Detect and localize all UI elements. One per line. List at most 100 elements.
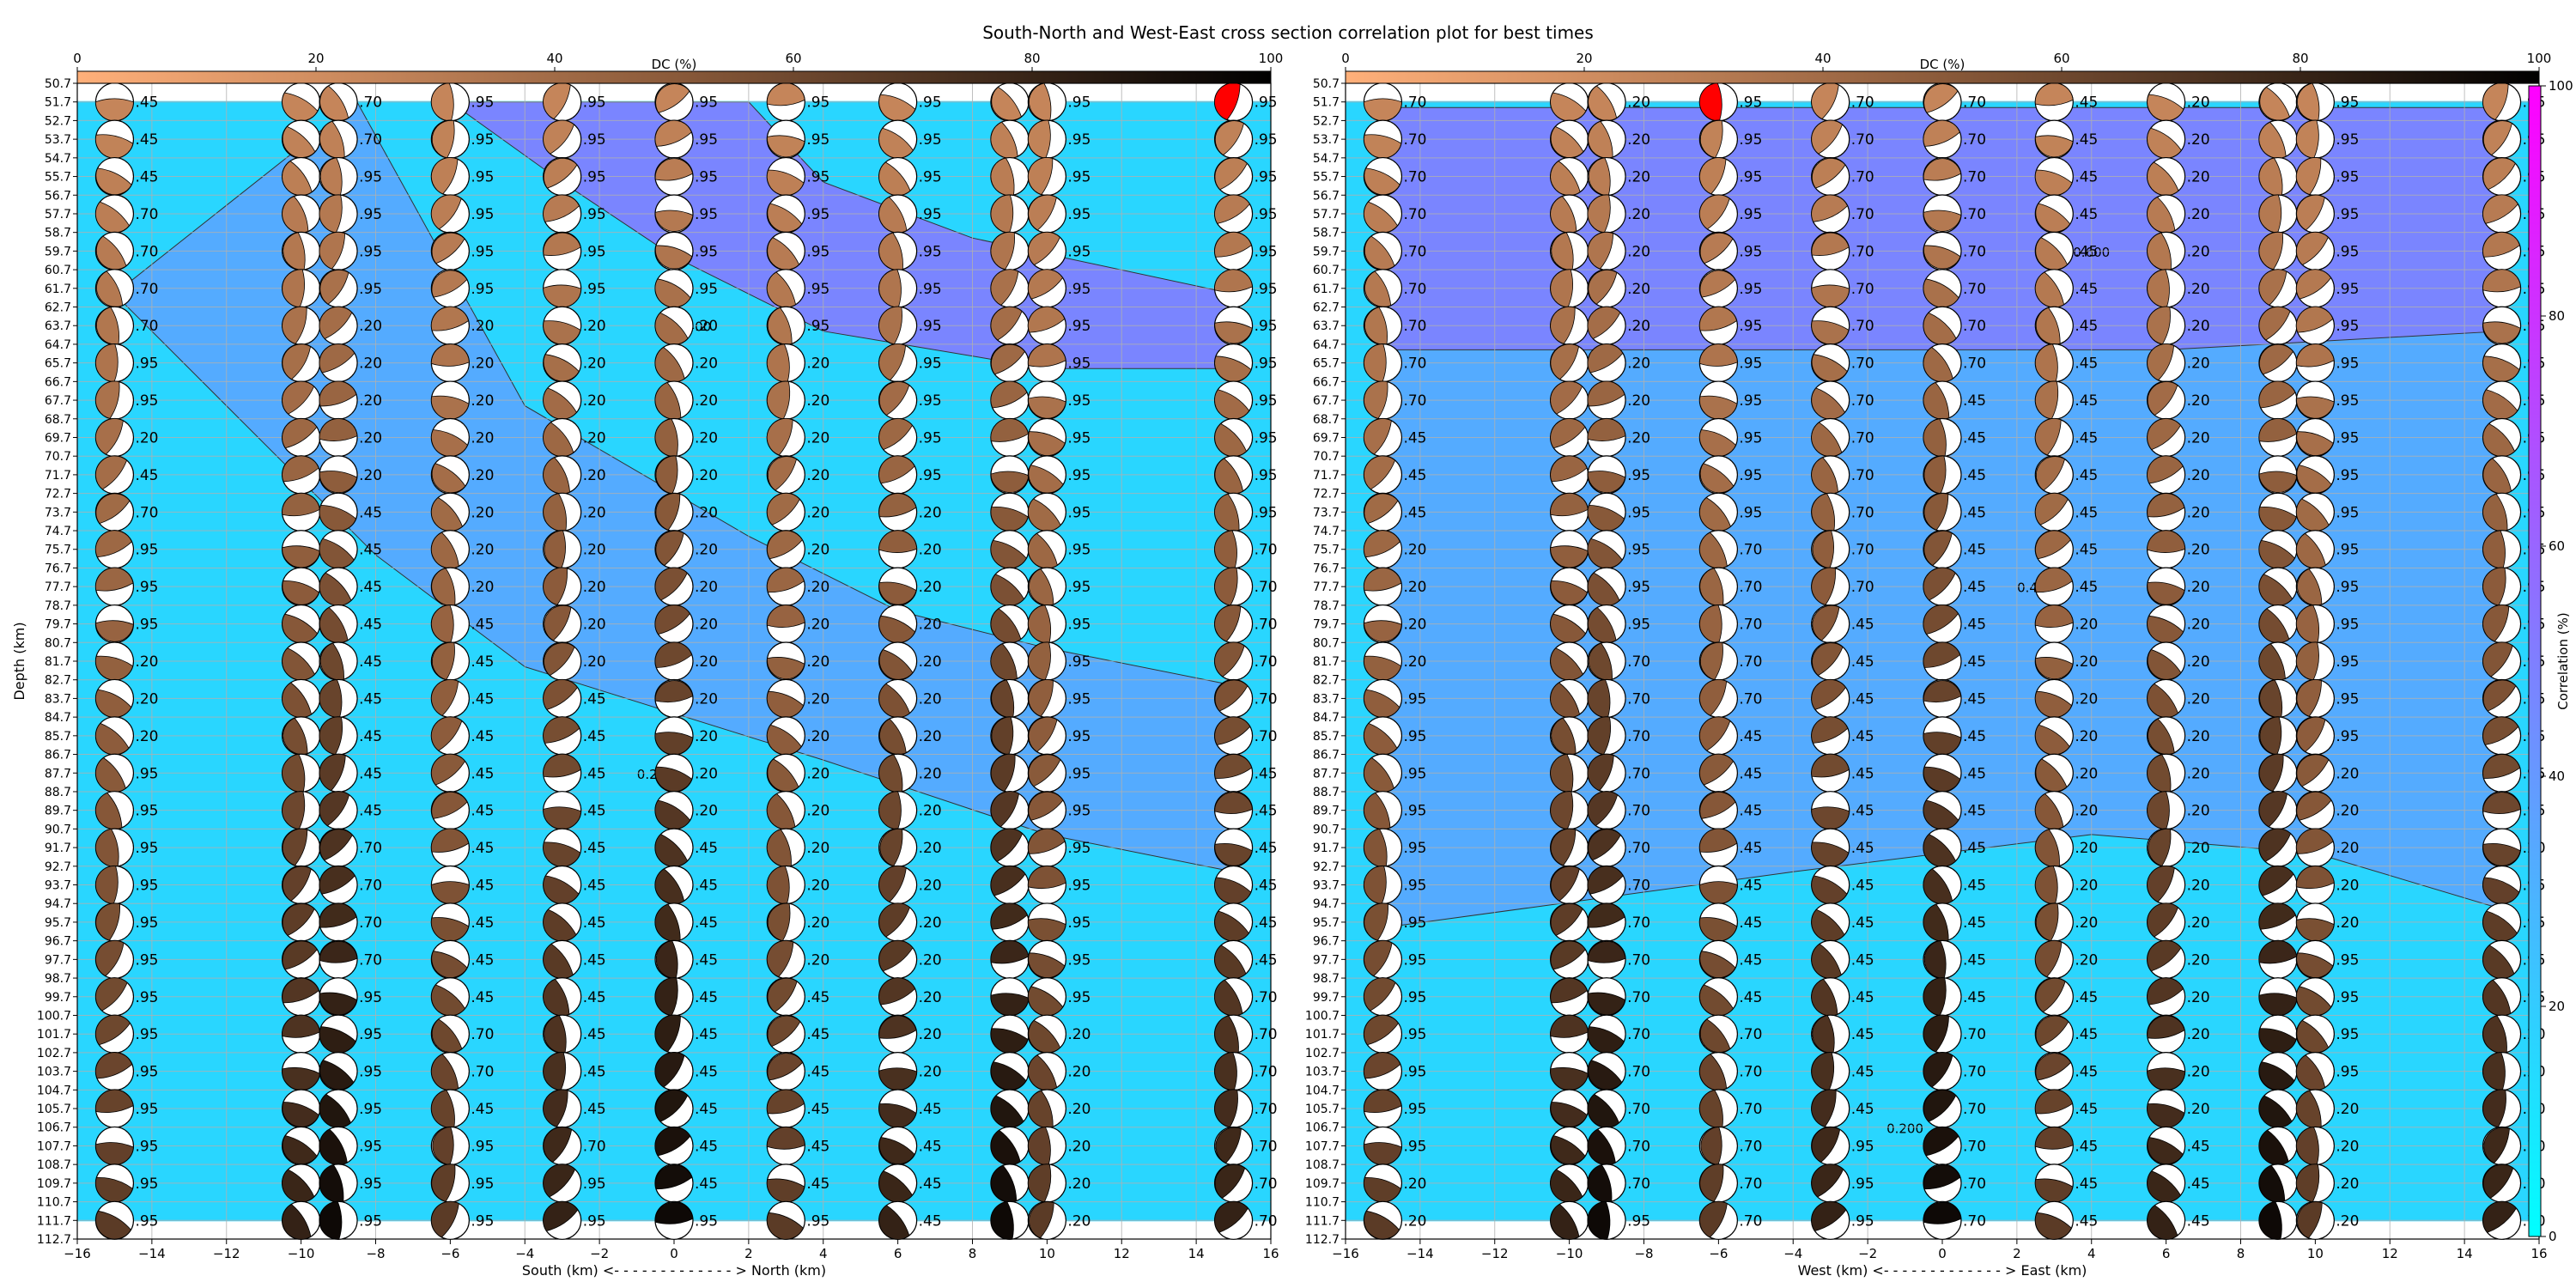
correlation-value-label: .45 [1963,803,1986,820]
x-tick-label: 12 [2382,1246,2398,1261]
beachball-marker [2295,1089,2335,1128]
correlation-value-label: .95 [1067,840,1091,857]
beachball-marker [2258,455,2298,495]
beachball-marker [94,902,135,942]
y-tick-label: 71.7 [45,469,71,483]
beachball-marker [1698,492,1738,532]
correlation-value-label: .20 [2187,653,2210,671]
correlation-value-label: .95 [135,1026,158,1043]
beachball-marker [878,1200,918,1240]
y-tick-label: 84.7 [45,711,71,725]
beachball-marker [878,417,918,458]
correlation-value-label: .20 [1067,1101,1091,1118]
correlation-value-label: .45 [583,914,606,932]
beachball-marker [1550,1163,1589,1203]
correlation-value-label: .95 [135,1064,158,1081]
beachball-marker [2147,1126,2186,1166]
correlation-value-label: .95 [135,392,158,410]
correlation-value-label: .95 [359,1176,382,1193]
beachball-marker [1213,1126,1254,1166]
beachball-marker [878,753,918,793]
beachball-marker [654,530,694,569]
correlation-value-label: .95 [919,318,942,335]
beachball-marker [1698,1200,1738,1240]
correlation-value-label: .20 [2187,579,2210,596]
beachball-marker [1363,567,1403,606]
beachball-marker [1363,269,1403,308]
beachball-marker [2482,1052,2522,1091]
correlation-value-label: .20 [806,878,829,895]
correlation-value-label: .45 [583,989,606,1006]
correlation-value-label: .45 [135,467,158,484]
beachball-marker [1923,530,1962,569]
beachball-marker [990,1089,1030,1128]
beachball-marker [319,791,358,830]
beachball-marker [1363,939,1403,979]
correlation-value-label: .95 [919,206,942,223]
beachball-marker [878,977,918,1017]
beachball-marker [1923,1126,1962,1166]
correlation-value-label: .95 [919,169,942,186]
correlation-value-label: .45 [1403,429,1426,447]
beachball-marker [94,306,135,345]
beachball-marker [1213,828,1254,867]
beachball-marker [766,343,805,383]
beachball-marker [1027,156,1066,197]
beachball-marker [878,306,918,345]
beachball-marker [319,902,358,942]
beachball-marker [2482,753,2522,793]
beachball-marker [282,1200,321,1240]
correlation-value-label: .45 [2075,1026,2098,1043]
beachball-marker [990,380,1030,420]
correlation-value-label: .45 [2187,1138,2210,1155]
beachball-marker [319,417,358,458]
correlation-value-label: .95 [1067,206,1091,223]
beachball-marker [1923,641,1962,681]
beachball-marker [2295,231,2335,270]
y-tick-label: 87.7 [45,767,71,781]
beachball-marker [430,1200,470,1240]
correlation-value-label: .95 [1067,429,1091,447]
correlation-value-label: .95 [1851,1138,1874,1155]
correlation-value-label: .45 [2075,429,2098,447]
y-tick-label: 104.7 [37,1084,71,1097]
beachball-marker [878,1126,918,1166]
y-tick-label: 77.7 [1313,580,1340,594]
beachball-marker [1698,1014,1738,1054]
beachball-marker [990,641,1030,681]
beachball-marker [282,753,321,793]
beachball-marker [1587,977,1626,1017]
beachball-marker [2482,865,2522,905]
beachball-marker [990,567,1030,606]
correlation-value-label: .95 [1067,728,1091,745]
beachball-marker [2034,530,2074,569]
beachball-marker [1923,977,1962,1017]
beachball-marker [1213,343,1254,383]
beachball-marker [94,1126,135,1166]
correlation-value-label: .95 [2336,281,2359,298]
beachball-marker [990,678,1030,719]
correlation-value-label: .70 [1851,467,1874,484]
correlation-value-label: .45 [471,840,494,857]
beachball-marker [94,791,135,830]
beachball-marker [543,82,582,122]
y-tick-label: 85.7 [1313,730,1340,744]
correlation-value-label: .20 [2187,951,2210,969]
beachball-marker [2258,1126,2298,1166]
correlation-value-label: .20 [695,467,718,484]
beachball-marker [654,1089,694,1128]
correlation-value-label: .45 [2187,1212,2210,1230]
beachball-marker [766,791,805,830]
correlation-value-label: .45 [471,690,494,708]
y-tick-label: 55.7 [45,171,71,185]
correlation-value-label: .20 [919,1064,942,1081]
beachball-marker [1550,716,1589,756]
beachball-marker [990,82,1030,122]
correlation-value-label: .45 [695,1138,718,1155]
beachball-marker [1213,1089,1254,1128]
beachball-marker [1923,1200,1962,1240]
correlation-value-label: .70 [359,951,382,969]
correlation-value-label: .20 [2187,94,2210,112]
y-tick-label: 102.7 [37,1047,71,1060]
correlation-value-label: .45 [1963,951,1986,969]
